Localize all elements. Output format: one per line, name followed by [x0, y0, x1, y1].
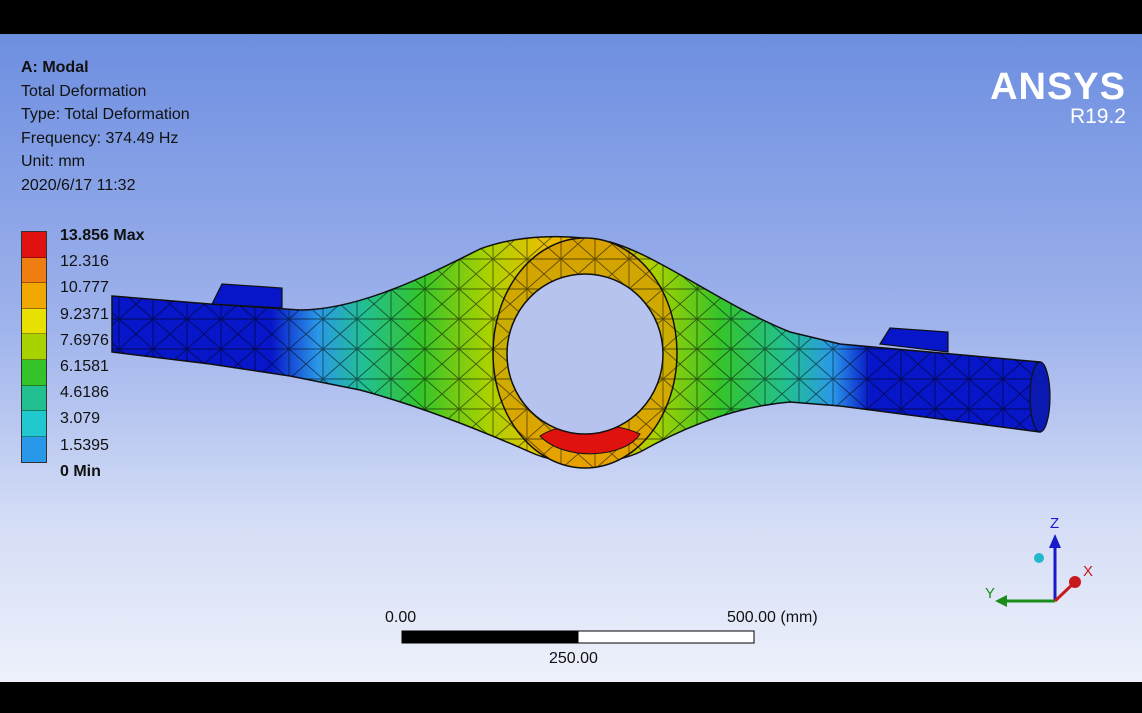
legend-max-label: 13.856 Max — [60, 227, 145, 244]
result-timestamp: 2020/6/17 11:32 — [21, 176, 136, 194]
brand-version: R19.2 — [1069, 105, 1126, 128]
scale-mid-label: 250.00 — [549, 650, 598, 667]
legend-label: 4.6186 — [60, 384, 109, 402]
legend-label: 12.316 — [60, 253, 109, 271]
legend-band — [22, 308, 46, 335]
x-axis-label: X — [1083, 563, 1093, 580]
letterbox-top — [0, 0, 1142, 34]
x-axis-ball — [1069, 576, 1081, 588]
result-name: Total Deformation — [21, 82, 147, 100]
result-frequency: Frequency: 374.49 Hz — [21, 129, 179, 147]
ansys-logo: ANSYS R19.2 — [990, 68, 1126, 128]
legend-label: 6.1581 — [60, 357, 109, 375]
legend-band — [22, 334, 46, 360]
legend-band — [22, 436, 46, 463]
legend-band — [22, 257, 46, 284]
result-info: A: Modal Total Deformation Type: Total D… — [21, 56, 190, 197]
center-ring — [492, 237, 678, 469]
brand-name: ANSYS — [990, 66, 1126, 108]
legend-band — [22, 232, 46, 258]
letterbox-bottom — [0, 682, 1142, 713]
legend-label: 1.5395 — [60, 436, 109, 454]
scale-start-label: 0.00 — [385, 609, 417, 626]
isometric-view-ball[interactable] — [1034, 553, 1044, 563]
legend-color-bar — [21, 231, 47, 464]
y-axis-arrow — [995, 595, 1007, 607]
z-axis-label: Z — [1050, 515, 1059, 532]
z-axis-arrow — [1049, 534, 1061, 548]
graphics-viewport[interactable]: A: Modal Total Deformation Type: Total D… — [0, 34, 1142, 682]
legend-labels: 13.856 Max 12.316 10.777 9.2371 7.6976 6… — [60, 223, 145, 485]
legend-label: 10.777 — [60, 279, 109, 297]
legend-band — [22, 385, 46, 412]
legend-label: 9.2371 — [60, 305, 109, 323]
legend-band — [22, 283, 46, 309]
result-unit: Unit: mm — [21, 153, 85, 170]
result-type: Type: Total Deformation — [21, 106, 190, 123]
legend-band — [22, 359, 46, 386]
scale-end-label: 500.00 (mm) — [727, 609, 818, 626]
legend-band — [22, 411, 46, 437]
analysis-name: A: Modal — [21, 59, 89, 76]
legend-min-label: 0 Min — [60, 462, 101, 480]
legend-label: 3.079 — [60, 410, 101, 428]
legend-label: 7.6976 — [60, 331, 109, 349]
y-axis-label: Y — [985, 585, 995, 602]
coordinate-triad[interactable]: Z Y X — [975, 514, 1105, 614]
